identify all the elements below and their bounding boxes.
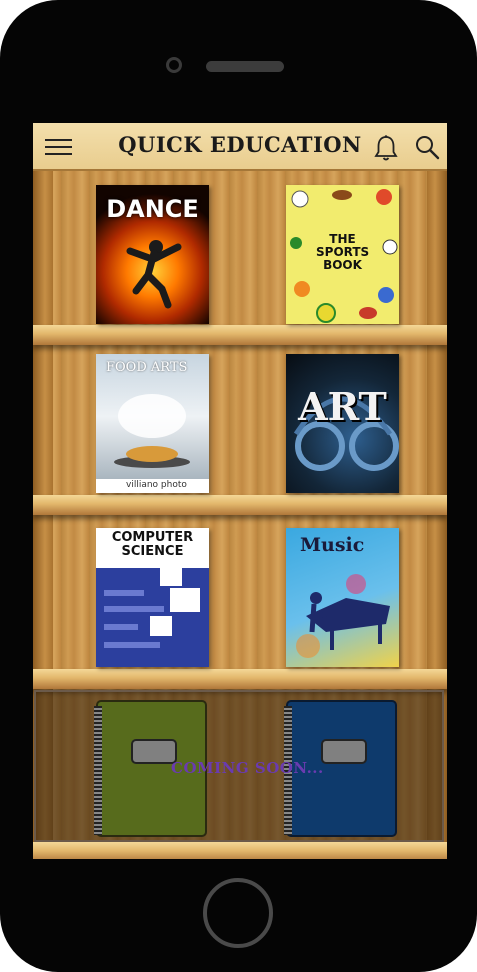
bell-icon[interactable] bbox=[373, 134, 399, 162]
speaker-grille bbox=[206, 61, 284, 72]
piano-illustration bbox=[296, 574, 390, 658]
coming-soon-label: COMING SOON... bbox=[171, 759, 324, 777]
book-sports[interactable]: THE SPORTS BOOK bbox=[286, 185, 399, 324]
book-music[interactable]: Music bbox=[286, 528, 399, 667]
spiral-binding bbox=[94, 706, 102, 835]
app-screen: QUICK EDUCATION DANCE THE SPORTS BOOK FO… bbox=[33, 123, 447, 859]
app-bar: QUICK EDUCATION bbox=[33, 123, 447, 171]
publisher-label: villiano photo bbox=[126, 480, 187, 490]
shelf-board bbox=[33, 495, 447, 515]
book-title: ART bbox=[298, 384, 387, 429]
home-button[interactable] bbox=[203, 878, 273, 948]
notebook-label bbox=[321, 739, 367, 764]
dancer-illustration bbox=[126, 240, 182, 309]
book-computer-science[interactable]: COMPUTER SCIENCE bbox=[96, 528, 209, 667]
shelf-board bbox=[33, 669, 447, 689]
search-icon[interactable] bbox=[414, 134, 440, 160]
shelf-board bbox=[33, 325, 447, 345]
food-illustration bbox=[114, 394, 190, 468]
book-dance[interactable]: DANCE bbox=[96, 185, 209, 324]
book-title: THE SPORTS BOOK bbox=[316, 232, 370, 272]
camera-icon bbox=[166, 57, 182, 73]
shelf-board bbox=[33, 842, 447, 859]
puzzle-illustration bbox=[104, 568, 200, 648]
book-food-arts[interactable]: FOOD ARTS villiano photo bbox=[96, 354, 209, 493]
publisher-strip: villiano photo bbox=[96, 479, 209, 493]
book-art[interactable]: ART bbox=[286, 354, 399, 493]
phone-frame: QUICK EDUCATION DANCE THE SPORTS BOOK FO… bbox=[0, 0, 477, 972]
